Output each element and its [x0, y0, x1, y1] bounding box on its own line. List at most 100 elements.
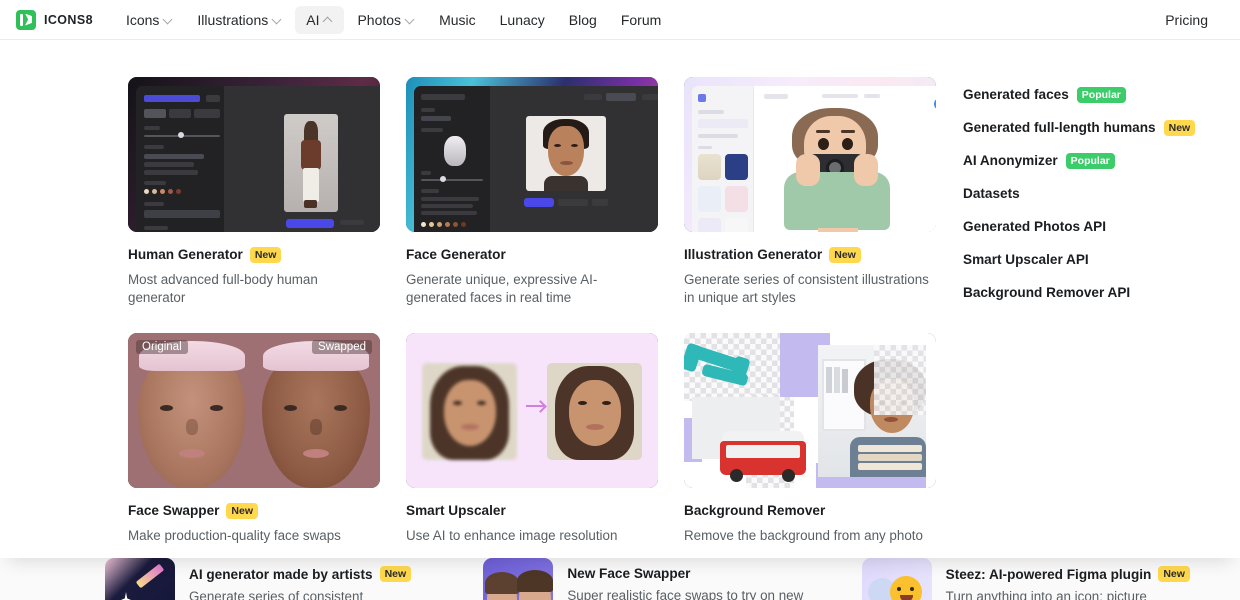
card-thumbnail	[684, 77, 936, 232]
promo-title: Steez: AI-powered Figma plugin New	[946, 566, 1190, 582]
card-thumbnail	[128, 77, 380, 232]
nav-item-lunacy[interactable]: Lunacy	[489, 6, 556, 34]
link-generated-full-length-humans[interactable]: Generated full-length humans New	[963, 111, 1196, 144]
card-human-generator[interactable]: Human Generator New Most advanced full-b…	[128, 77, 380, 307]
nav-item-forum[interactable]: Forum	[610, 6, 672, 34]
status-badge: New	[829, 247, 861, 263]
card-description: Generate series of consistent illustrati…	[684, 272, 929, 305]
nav-item-label: Music	[439, 11, 476, 28]
background-remover-artwork	[684, 333, 936, 488]
status-badge: Popular	[1076, 86, 1126, 103]
promo-thumbnail	[861, 558, 932, 600]
nav-item-label: Forum	[620, 11, 662, 28]
card-thumbnail	[684, 333, 936, 488]
icons8-logo-icon	[16, 9, 36, 30]
nav-item-illustrations[interactable]: Illustrations	[186, 6, 293, 34]
chevron-up-icon	[324, 15, 333, 24]
nav-item-icons[interactable]: Icons	[115, 6, 184, 34]
top-navigation-bar: ICONS8 Icons Illustrations AI Photos Mus…	[0, 0, 1240, 40]
smart-upscaler-artwork	[406, 333, 658, 488]
link-label: Generated full-length humans	[963, 120, 1156, 135]
card-title-text: Face Generator	[406, 247, 506, 262]
card-title-text: Face Swapper	[128, 503, 220, 518]
status-badge: New	[249, 247, 282, 263]
promo-thumbnail	[483, 558, 554, 600]
card-illustration-generator[interactable]: Illustration Generator New Generate seri…	[684, 77, 936, 307]
card-face-generator[interactable]: Face Generator Generate unique, expressi…	[406, 77, 658, 307]
nav-item-label: Illustrations	[197, 11, 269, 28]
promo-card-new-face-swapper[interactable]: New Face Swapper Super realistic face sw…	[483, 558, 861, 600]
nav-item-music[interactable]: Music	[428, 6, 487, 34]
promo-title: AI generator made by artists New	[189, 566, 412, 582]
nav-item-photos[interactable]: Photos	[346, 6, 426, 34]
paintbrush-icon	[135, 563, 165, 589]
smiley-emoji-icon	[889, 576, 922, 600]
card-title: Face Generator	[406, 246, 658, 264]
link-label: Datasets	[963, 186, 1020, 201]
card-smart-upscaler[interactable]: Smart Upscaler Use AI to enhance image r…	[406, 333, 658, 545]
promo-card-steez-figma-plugin[interactable]: Steez: AI-powered Figma plugin New Turn …	[861, 558, 1240, 600]
card-thumbnail	[406, 77, 658, 232]
card-description: Use AI to enhance image resolution	[406, 528, 618, 543]
overlay-label-original: Original	[136, 340, 188, 354]
promo-thumbnail	[105, 558, 175, 600]
link-ai-anonymizer[interactable]: AI Anonymizer Popular	[963, 144, 1195, 177]
promo-strip: AI generator made by artists New Generat…	[0, 558, 1240, 600]
status-badge: New	[379, 566, 412, 582]
link-smart-upscaler-api[interactable]: Smart Upscaler API	[963, 243, 1195, 276]
brand-name: ICONS8	[44, 12, 93, 27]
sparkle-icon	[121, 592, 131, 600]
link-generated-faces[interactable]: Generated faces Popular	[963, 78, 1195, 111]
promo-card-ai-generator[interactable]: AI generator made by artists New Generat…	[105, 558, 483, 600]
promo-description: Generate series of consistent	[189, 589, 364, 600]
link-generated-photos-api[interactable]: Generated Photos API	[963, 210, 1195, 243]
illustration-generator-artwork	[684, 77, 936, 232]
link-label: AI Anonymizer	[963, 153, 1058, 168]
arrow-right-icon	[526, 405, 544, 407]
main-nav: Icons Illustrations AI Photos Music Luna…	[115, 5, 672, 34]
card-background-remover[interactable]: Background Remover Remove the background…	[684, 333, 936, 545]
promo-description: Super realistic face swaps to try on new	[567, 588, 804, 600]
card-description: Generate unique, expressive AI-generated…	[406, 272, 598, 305]
link-label: Background Remover API	[963, 285, 1131, 300]
card-title-text: Human Generator	[128, 247, 243, 262]
card-title-text: Smart Upscaler	[406, 503, 506, 518]
face-swapper-artwork: Original Swapped	[128, 333, 380, 488]
card-title: Smart Upscaler	[406, 502, 658, 520]
chevron-down-icon	[406, 15, 415, 24]
card-title-text: Background Remover	[684, 503, 826, 518]
status-badge: New	[226, 503, 259, 519]
ai-product-card-grid: Human Generator New Most advanced full-b…	[128, 77, 938, 545]
card-description: Most advanced full-body human generator	[128, 272, 318, 305]
nav-item-pricing[interactable]: Pricing	[1155, 6, 1218, 34]
card-title: Background Remover	[684, 502, 936, 520]
promo-title-text: AI generator made by artists	[189, 566, 373, 582]
ai-dropdown-link-list: Generated faces Popular Generated full-l…	[963, 77, 1196, 545]
link-background-remover-api[interactable]: Background Remover API	[963, 276, 1195, 309]
card-title: Illustration Generator New	[684, 246, 936, 264]
nav-item-blog[interactable]: Blog	[558, 6, 608, 34]
status-badge: Popular	[1065, 152, 1115, 169]
nav-item-label: AI	[306, 11, 320, 28]
nav-item-label: Photos	[357, 11, 402, 28]
link-datasets[interactable]: Datasets	[963, 177, 1195, 210]
nav-item-label: Icons	[125, 11, 160, 28]
link-label: Smart Upscaler API	[963, 252, 1089, 267]
promo-description: Turn anything into an icon; picture	[945, 589, 1147, 600]
nav-item-ai[interactable]: AI	[295, 5, 345, 34]
card-title: Human Generator New	[128, 246, 380, 264]
link-label: Generated Photos API	[963, 219, 1107, 234]
brand-logo-link[interactable]: ICONS8	[16, 9, 93, 30]
card-description: Remove the background from any photo	[684, 528, 923, 543]
link-label: Generated faces	[963, 87, 1069, 102]
card-face-swapper[interactable]: Original Swapped Face Swapper New Make p…	[128, 333, 380, 545]
card-title-text: Illustration Generator	[684, 247, 823, 262]
promo-title-text: Steez: AI-powered Figma plugin	[945, 566, 1152, 582]
overlay-label-swapped: Swapped	[312, 340, 372, 354]
promo-title: New Face Swapper	[567, 566, 803, 581]
ai-dropdown-panel: Human Generator New Most advanced full-b…	[0, 40, 1240, 558]
page-root: ICONS8 Icons Illustrations AI Photos Mus…	[0, 0, 1240, 600]
status-badge: New	[1158, 566, 1190, 582]
card-description: Make production-quality face swaps	[128, 528, 341, 543]
card-thumbnail: Original Swapped	[128, 333, 380, 488]
